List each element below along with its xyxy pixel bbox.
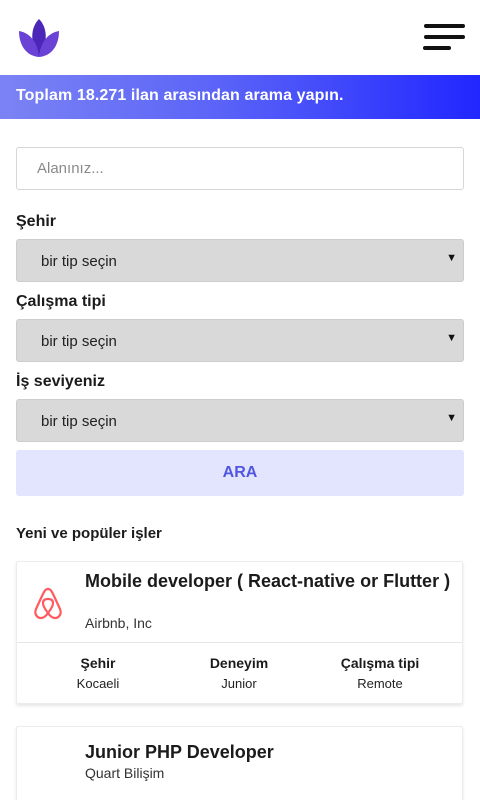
header	[0, 0, 480, 75]
city-select-value: bir tip seçin	[41, 253, 117, 270]
meta-label: Şehir	[80, 655, 116, 671]
meta-work-type: Çalışma tipi Remote	[310, 655, 450, 691]
meta-value: Remote	[357, 676, 403, 691]
chevron-down-icon: ▼	[446, 252, 457, 264]
level-select-value: bir tip seçin	[41, 413, 117, 430]
city-label: Şehir	[16, 213, 57, 230]
work-type-select[interactable]: bir tip seçin ▼	[16, 319, 464, 362]
chevron-down-icon: ▼	[446, 412, 457, 424]
job-card[interactable]: Mobile developer ( React-native or Flutt…	[16, 561, 463, 704]
total-listings-banner: Toplam 18.271 ilan arasından arama yapın…	[0, 75, 480, 119]
meta-label: Çalışma tipi	[340, 655, 420, 671]
section-title: Yeni ve popüler işler	[16, 525, 162, 542]
meta-value: Junior	[221, 676, 257, 691]
company-name: Quart Bilişim	[85, 765, 165, 781]
lotus-logo[interactable]	[17, 17, 61, 59]
search-button[interactable]: ARA	[16, 450, 464, 496]
job-title[interactable]: Mobile developer ( React-native or Flutt…	[85, 571, 455, 592]
work-type-label: Çalışma tipi	[16, 293, 106, 310]
chevron-down-icon: ▼	[446, 332, 457, 344]
meta-experience: Deneyim Junior	[169, 655, 309, 691]
work-type-select-value: bir tip seçin	[41, 333, 117, 350]
hamburger-icon[interactable]	[423, 24, 465, 52]
company-name: Airbnb, Inc	[85, 615, 152, 631]
search-button-label: ARA	[222, 464, 258, 481]
meta-label: Deneyim	[209, 655, 269, 671]
airbnb-icon	[34, 587, 62, 620]
card-divider	[17, 642, 462, 643]
meta-value: Kocaeli	[76, 676, 120, 691]
level-label: İş seviyeniz	[16, 373, 105, 390]
field-search-input[interactable]	[16, 147, 464, 190]
city-select[interactable]: bir tip seçin ▼	[16, 239, 464, 282]
job-title[interactable]: Junior PHP Developer	[85, 742, 455, 763]
meta-city: Şehir Kocaeli	[28, 655, 168, 691]
banner-text: Toplam 18.271 ilan arasından arama yapın…	[16, 87, 344, 104]
job-card[interactable]: Junior PHP Developer Quart Bilişim	[16, 726, 463, 800]
level-select[interactable]: bir tip seçin ▼	[16, 399, 464, 442]
